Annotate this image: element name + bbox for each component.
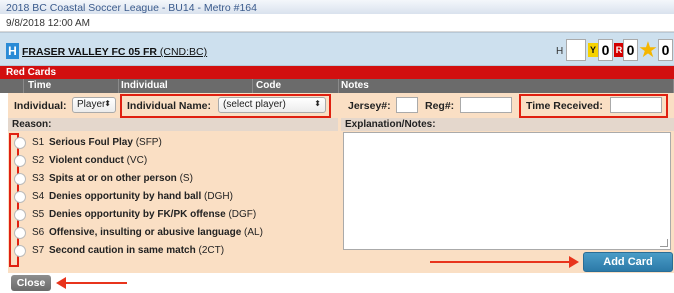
reason-text: Second caution in same match (2CT) (49, 245, 225, 256)
jersey-input[interactable] (396, 97, 418, 113)
col-header-individual: Individual (119, 79, 253, 93)
explanation-notes-textarea[interactable] (343, 132, 671, 250)
reason-code: S7 (32, 245, 45, 256)
reason-text: Serious Foul Play (SFP) (49, 137, 162, 148)
reason-code: S1 (32, 137, 45, 148)
individual-name-label: Individual Name: (127, 100, 212, 112)
reason-option[interactable]: S2 Violent conduct (VC) (14, 152, 334, 170)
annotation-arrow-right (430, 261, 570, 263)
reason-radio[interactable] (14, 227, 26, 239)
reason-option[interactable]: S3 Spits at or on other person (S) (14, 170, 334, 188)
score-box (566, 39, 586, 61)
team-name: FRASER VALLEY FC 05 FR (22, 46, 157, 58)
reason-code: S2 (32, 155, 45, 166)
add-card-button[interactable]: Add Card (583, 252, 673, 272)
reason-text: Spits at or on other person (S) (49, 173, 193, 184)
reason-text: Violent conduct (VC) (49, 155, 148, 166)
col-header-time: Time (24, 79, 119, 93)
red-cards-section-title: Red Cards (0, 66, 674, 79)
individual-type-value: Player (77, 99, 106, 110)
time-received-input[interactable] (610, 97, 662, 113)
home-badge-icon: H (6, 43, 19, 59)
time-received-label: Time Received: (526, 100, 603, 112)
close-button[interactable]: Close (11, 275, 51, 291)
reason-text: Offensive, insulting or abusive language… (49, 227, 263, 238)
select-arrows-icon: ⬍ (104, 99, 111, 108)
reason-radio[interactable] (14, 191, 26, 203)
reason-radio[interactable] (14, 209, 26, 221)
individual-name-select[interactable]: (select player) ⬍ (218, 97, 326, 113)
arrow-right-icon (569, 256, 579, 268)
annotation-arrow-left (65, 282, 127, 284)
individual-name-value: (select player) (223, 99, 286, 110)
reason-option[interactable]: S6 Offensive, insulting or abusive langu… (14, 224, 334, 242)
col-header-code: Code (253, 79, 339, 93)
team-row: H FRASER VALLEY FC 05 FR (CND:BC) H Y 0 … (0, 32, 674, 66)
reason-option[interactable]: S5 Denies opportunity by FK/PK offense (… (14, 206, 334, 224)
team-code: (CND:BC) (156, 46, 208, 58)
star-icon: ★ (638, 37, 658, 62)
reason-radio[interactable] (14, 245, 26, 257)
notes-header: Explanation/Notes: (341, 118, 674, 131)
red-card-count: 0 (623, 39, 638, 61)
yellow-card-icon: Y (588, 43, 598, 57)
col-header-spacer (0, 79, 24, 93)
team-name-link[interactable]: FRASER VALLEY FC 05 FR (CND:BC) (22, 46, 207, 58)
star-count: 0 (658, 39, 673, 61)
reg-input[interactable] (460, 97, 512, 113)
reason-radio[interactable] (14, 155, 26, 167)
reason-code: S4 (32, 191, 45, 202)
reason-code: S5 (32, 209, 45, 220)
resize-grip-icon[interactable] (660, 239, 668, 247)
reason-radio[interactable] (14, 137, 26, 149)
reason-text: Denies opportunity by FK/PK offense (DGF… (49, 209, 257, 220)
side-label: H (556, 46, 564, 57)
reg-label: Reg#: (425, 100, 455, 112)
reason-header: Reason: (8, 118, 338, 131)
reason-code: S3 (32, 173, 45, 184)
match-datetime: 9/8/2018 12:00 AM (0, 14, 674, 32)
reason-option[interactable]: S7 Second caution in same match (2CT) (14, 242, 334, 260)
reason-option[interactable]: S1 Serious Foul Play (SFP) (14, 134, 334, 152)
reason-code: S6 (32, 227, 45, 238)
individual-type-select[interactable]: Player ⬍ (72, 97, 116, 113)
yellow-card-count: 0 (598, 39, 613, 61)
window-title: 2018 BC Coastal Soccer League - BU14 - M… (0, 0, 674, 14)
reason-text: Denies opportunity by hand ball (DGH) (49, 191, 233, 202)
col-header-notes: Notes (339, 79, 674, 93)
jersey-label: Jersey#: (348, 100, 391, 112)
reason-option[interactable]: S4 Denies opportunity by hand ball (DGH) (14, 188, 334, 206)
reason-radio[interactable] (14, 173, 26, 185)
select-arrows-icon: ⬍ (314, 99, 321, 108)
individual-label: Individual: (14, 100, 67, 112)
